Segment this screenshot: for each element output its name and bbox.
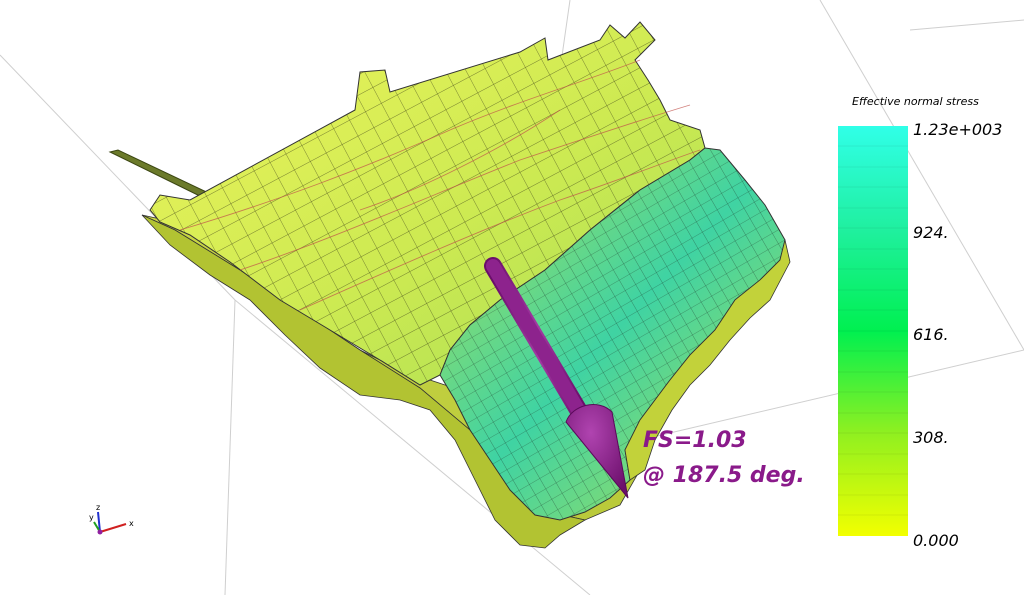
legend-tick-308: 308. [913, 428, 949, 447]
y-axis-label: y [89, 513, 94, 522]
legend-tick-924: 924. [913, 223, 949, 242]
x-axis-label: x [129, 519, 134, 528]
render-viewport[interactable]: Effective normal stress 1.23e+003 924. 6… [0, 0, 1024, 595]
orientation-axes-triad[interactable]: x y z [86, 502, 146, 542]
legend-tick-616: 616. [913, 325, 949, 344]
legend-tick-max: 1.23e+003 [913, 120, 1003, 139]
x-axis-icon [99, 523, 127, 533]
z-axis-label: z [96, 503, 100, 512]
sliver-plate [108, 149, 217, 201]
factor-of-safety-label: FS=1.03 [643, 428, 747, 453]
failure-direction-label: @ 187.5 deg. [643, 463, 805, 488]
legend-title: Effective normal stress [852, 95, 979, 108]
legend-tick-min: 0.000 [913, 531, 959, 550]
legend-color-bar [838, 126, 908, 536]
axes-origin-icon [97, 529, 103, 535]
